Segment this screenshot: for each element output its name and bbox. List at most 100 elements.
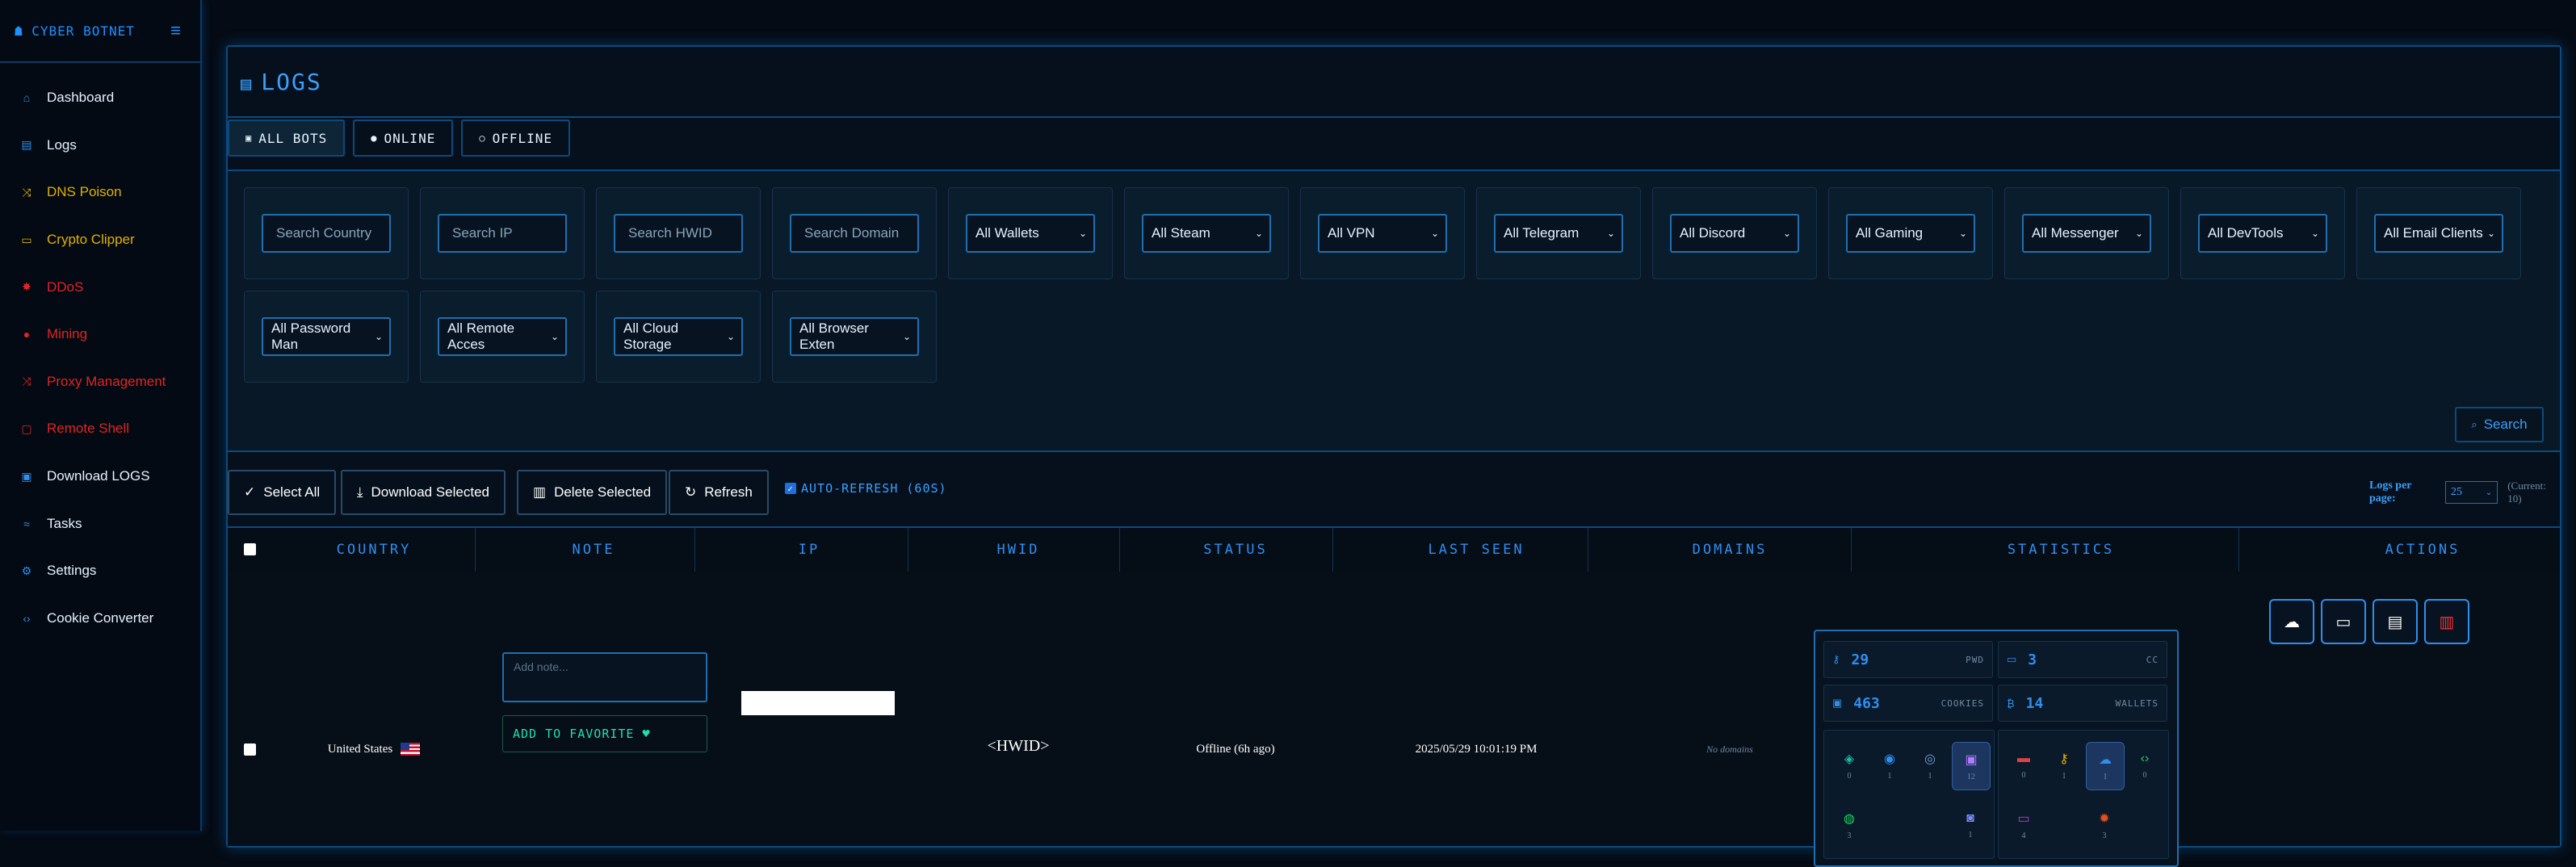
download-selected-button[interactable]: ⤓ Download Selected	[341, 470, 506, 515]
sidebar-item-dns-poison[interactable]: ⤨ DNS Poison	[0, 169, 200, 216]
filter-select[interactable]: All Telegram ⌄	[1494, 214, 1623, 253]
filter-box: All Messenger ⌄	[2004, 187, 2169, 279]
key-icon: ⚷ 1	[2059, 752, 2069, 781]
filter-box: All Email Clients ⌄	[2356, 187, 2521, 279]
filter-input[interactable]: Search Domain	[790, 214, 919, 253]
filter-box: All Wallets ⌄	[948, 187, 1113, 279]
filter-select[interactable]: All DevTools ⌄	[2198, 214, 2327, 253]
key-icon: ⚷	[1832, 653, 1840, 665]
auto-refresh-checkbox[interactable]: ✓	[785, 483, 796, 494]
sidebar-item-download-logs[interactable]: ▣ Download LOGS	[0, 453, 200, 501]
add-to-favorite-button[interactable]: ADD TO FAVORITE ♥	[502, 715, 707, 752]
filter-select[interactable]: All Remote Acces ⌄	[438, 317, 567, 356]
select-all-button[interactable]: ✓ Select All	[228, 470, 337, 515]
stat-passwords: ⚷ 29 PWD	[1823, 641, 1993, 678]
filter-select[interactable]: All Steam ⌄	[1142, 214, 1271, 253]
refresh-button[interactable]: ↻ Refresh	[669, 470, 769, 515]
vpn-shield-icon: ◈ 0	[1844, 752, 1855, 781]
trash-icon: ▥	[533, 484, 547, 500]
code-icon: ‹›	[23, 611, 31, 625]
stat-credit-cards: ▭ 3 CC	[1998, 641, 2167, 678]
sidebar-item-label: Tasks	[47, 515, 82, 531]
filter-select[interactable]: All Password Man ⌄	[262, 317, 391, 356]
auto-refresh-toggle[interactable]: ✓ AUTO-REFRESH (60S)	[785, 481, 947, 496]
sidebar-item-dashboard[interactable]: ⌂ Dashboard	[0, 74, 200, 122]
filter-select[interactable]: All Cloud Storage ⌄	[614, 317, 743, 356]
brand-title[interactable]: ☗ CYBER BOTNET	[15, 23, 135, 39]
filter-box: Search HWID	[596, 187, 761, 279]
column-header-last-seen: LAST SEEN	[1365, 528, 1588, 572]
refresh-icon: ↻	[685, 484, 697, 500]
brand-bar: ☗ CYBER BOTNET ≡	[0, 0, 200, 63]
us-flag-icon	[401, 743, 421, 756]
filter-box: All Discord ⌄	[1652, 187, 1817, 279]
column-header-ip: IP	[711, 528, 908, 572]
code-icon: ‹› 0	[2140, 751, 2150, 780]
sidebar-item-logs[interactable]: ▤ Logs	[0, 122, 200, 170]
sidebar-item-crypto-clipper[interactable]: ▭ Crypto Clipper	[0, 216, 200, 264]
sidebar-item-ddos[interactable]: ✸ DDoS	[0, 263, 200, 311]
filter-select[interactable]: All Email Clients ⌄	[2374, 214, 2503, 253]
remote-desktop-button[interactable]: ▭	[2321, 599, 2366, 644]
filter-select[interactable]: All Messenger ⌄	[2022, 214, 2151, 253]
tab-icon: ●	[371, 132, 378, 144]
sidebar: ☗ CYBER BOTNET ≡ ⌂ Dashboard ▤ Logs ⤨ DNS Poi…	[0, 0, 202, 831]
sidebar-item-settings[interactable]: ⚙ Settings	[0, 547, 200, 595]
select-all-checkbox[interactable]	[244, 543, 256, 555]
page-title: ▤ LOGS	[241, 68, 322, 95]
tab-offline[interactable]: ○ OFFLINE	[461, 119, 570, 157]
sidebar-item-remote-shell[interactable]: ▢ Remote Shell	[0, 405, 200, 453]
sidebar-item-label: Download LOGS	[47, 468, 150, 484]
filter-box: All VPN ⌄	[1300, 187, 1465, 279]
filter-select[interactable]: All VPN ⌄	[1318, 214, 1447, 253]
discord-icon: ◙ 1	[1966, 810, 1974, 840]
filter-input[interactable]: Search HWID	[614, 214, 743, 253]
filter-box: All Browser Exten ⌄	[772, 291, 937, 383]
statistics-panel: ⚷ 29 PWD ▭ 3 CC ▣ 463 COOKIES ₿ 14 WALLETS ◈ 0 ◉ 1 ◎…	[1814, 630, 2179, 867]
gear-icon: ⚙	[21, 563, 32, 577]
menu-toggle-icon[interactable]: ≡	[170, 20, 181, 41]
column-header-actions: ACTIONS	[2385, 542, 2461, 558]
chat-icon: ◍ 3	[1844, 811, 1855, 840]
delete-selected-button[interactable]: ▥ Delete Selected	[517, 470, 668, 515]
chevron-down-icon: ⌄	[2134, 228, 2143, 239]
puzzle-icon: ✹ 3	[2099, 811, 2110, 840]
toolbar: ✓ Select All ⤓ Download Selected ▥ Delete S…	[228, 470, 2560, 515]
sidebar-item-label: Mining	[47, 326, 88, 342]
filter-input[interactable]: Search IP	[438, 214, 567, 253]
filter-input[interactable]: Search Country	[262, 214, 391, 253]
filter-box: All Steam ⌄	[1124, 187, 1289, 279]
sidebar-item-cookie-converter[interactable]: ‹› Cookie Converter	[0, 595, 200, 643]
logs-per-page-select[interactable]: 25 ⌄	[2444, 481, 2498, 504]
gamepad-icon: ▣ 12	[1952, 742, 1991, 790]
sidebar-item-proxy-management[interactable]: ⤨ Proxy Management	[0, 358, 200, 406]
row-checkbox[interactable]	[244, 743, 256, 756]
note-textarea[interactable]: Add note...	[502, 652, 707, 702]
table-row: United States Add note... ADD TO FAVORIT…	[228, 572, 2560, 867]
chevron-down-icon: ⌄	[726, 331, 735, 342]
sidebar-item-mining[interactable]: ● Mining	[0, 311, 200, 358]
filter-select[interactable]: All Gaming ⌄	[1846, 214, 1975, 253]
cookie-icon: ▣	[1832, 697, 1843, 709]
filter-select[interactable]: All Wallets ⌄	[966, 214, 1095, 253]
file-icon: ▤	[21, 138, 32, 152]
sidebar-item-label: Cookie Converter	[47, 609, 154, 626]
filter-box: All Remote Acces ⌄	[420, 291, 585, 383]
filter-select[interactable]: All Browser Exten ⌄	[790, 317, 919, 356]
download-log-button[interactable]: ☁	[2269, 599, 2314, 644]
search-button[interactable]: ⌕ Search	[2455, 407, 2544, 442]
filter-box: All DevTools ⌄	[2180, 187, 2345, 279]
tab-online[interactable]: ● ONLINE	[353, 119, 454, 157]
circle-icon: ●	[23, 328, 31, 341]
hwid-cell: <HWID>	[987, 736, 1050, 755]
clipboard-button[interactable]: ▤	[2373, 599, 2418, 644]
sidebar-item-label: DDoS	[47, 279, 84, 295]
tab-icon: ○	[479, 132, 486, 144]
delete-button[interactable]: ▥	[2424, 599, 2469, 644]
cloud-icon: ☁ 1	[2086, 742, 2125, 790]
sidebar-item-tasks[interactable]: ≈ Tasks	[0, 500, 200, 547]
filter-select[interactable]: All Discord ⌄	[1670, 214, 1799, 253]
tab-all-bots[interactable]: ▣ ALL BOTS	[228, 119, 346, 157]
file-icon: ▤	[241, 73, 254, 94]
chevron-down-icon: ⌄	[2486, 228, 2495, 239]
